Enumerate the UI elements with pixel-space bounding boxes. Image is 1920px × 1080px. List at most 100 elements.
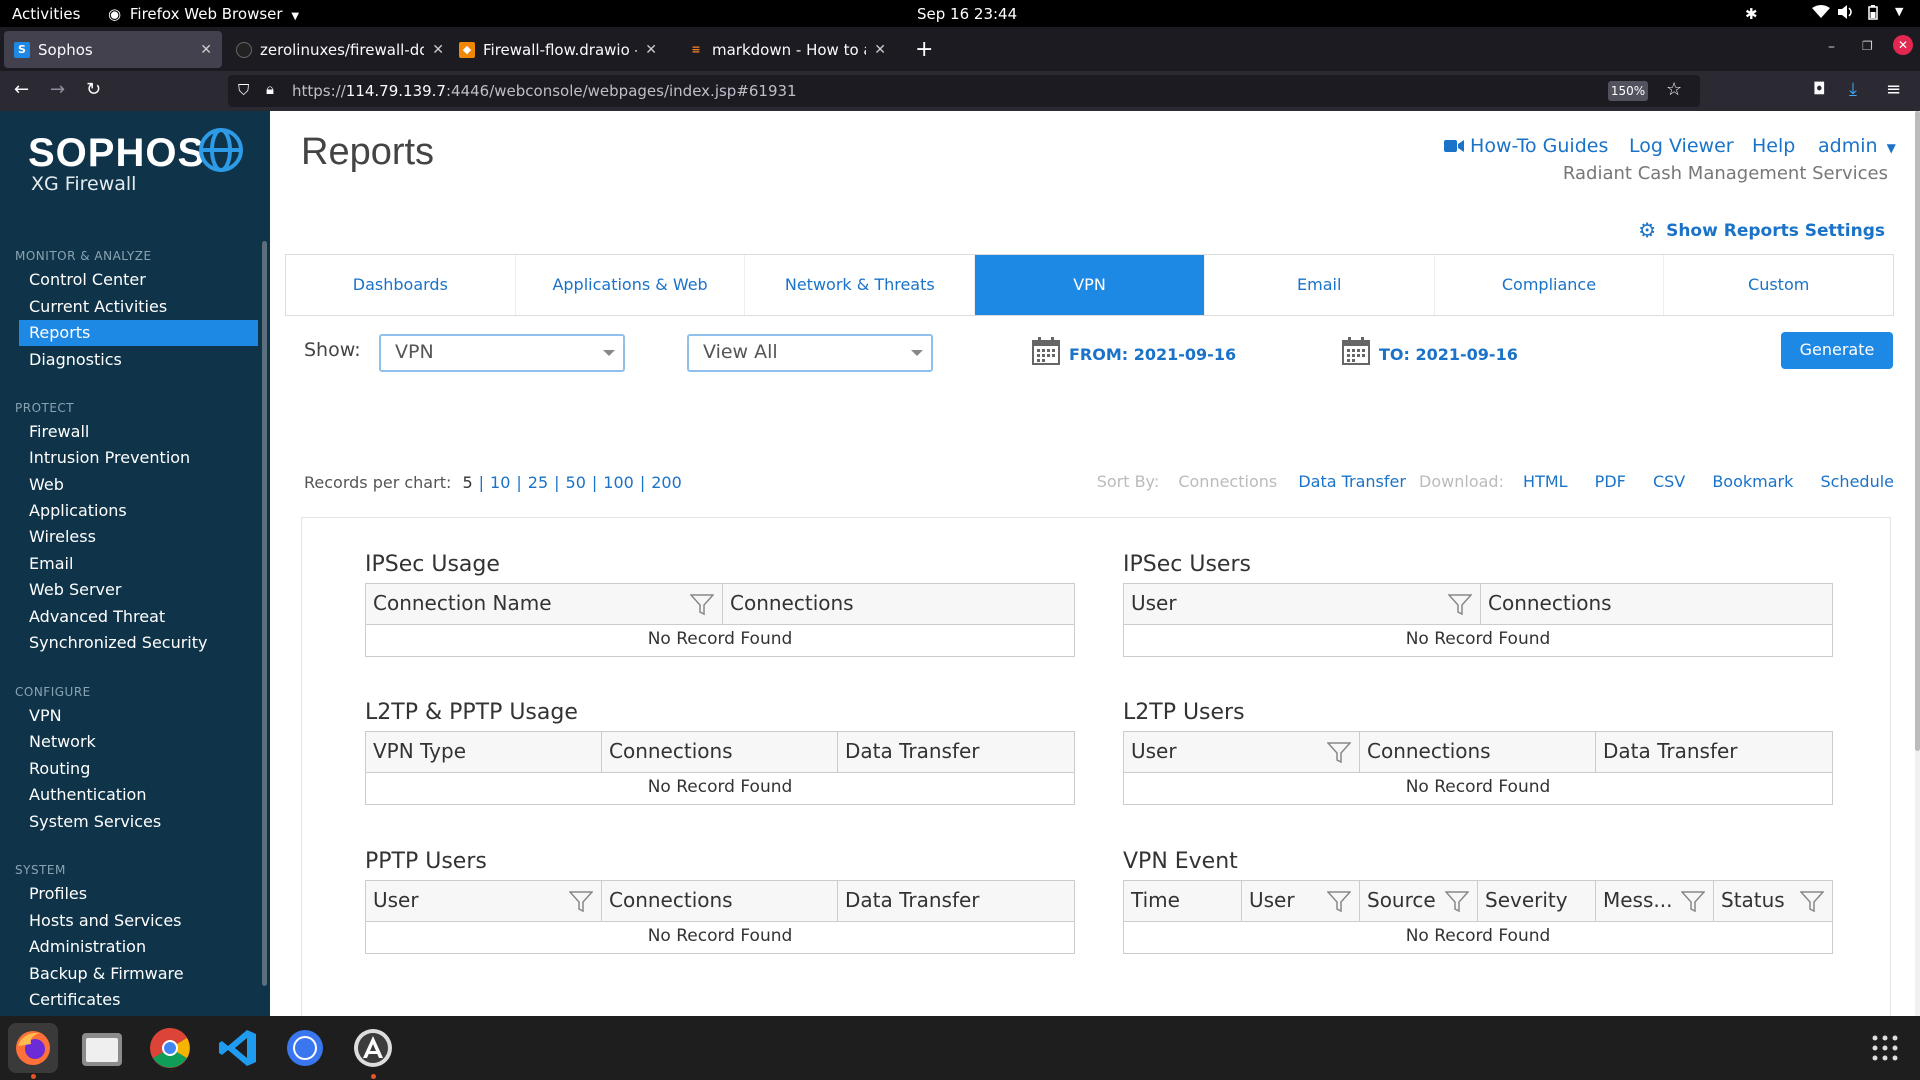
column-header[interactable]: Connections (723, 584, 1074, 624)
download-csv-link[interactable]: CSV (1653, 472, 1685, 491)
download-pdf-link[interactable]: PDF (1595, 472, 1626, 491)
signal-dock-icon[interactable] (280, 1023, 330, 1073)
sidebar-item-control-center[interactable]: Control Center (29, 270, 146, 289)
tab-applications-web[interactable]: Applications & Web (516, 255, 746, 315)
download-html-link[interactable]: HTML (1523, 472, 1568, 491)
sidebar-item-wireless[interactable]: Wireless (29, 527, 96, 546)
sidebar-item-vpn[interactable]: VPN (29, 706, 62, 725)
filter-icon[interactable] (1326, 891, 1352, 918)
close-tab-icon[interactable]: ✕ (200, 42, 212, 58)
browser-tab-github[interactable]: zerolinuxes/firewall-docs ✕ (226, 31, 454, 68)
column-header[interactable]: VPN Type (366, 732, 602, 772)
sort-data-transfer-link[interactable]: Data Transfer (1298, 472, 1406, 491)
show-reports-settings-link[interactable]: ⚙ Show Reports Settings (1638, 218, 1885, 242)
close-tab-icon[interactable]: ✕ (874, 42, 886, 58)
records-option-5[interactable]: 5 (462, 473, 472, 492)
column-header[interactable]: Connections (1481, 584, 1832, 624)
filter-icon[interactable] (1447, 594, 1473, 621)
to-date[interactable]: TO: 2021-09-16 (1379, 345, 1518, 364)
how-to-guides-link[interactable]: How-To Guides (1444, 135, 1608, 157)
sidebar-item-hosts-and-services[interactable]: Hosts and Services (29, 911, 182, 930)
help-link[interactable]: Help (1752, 135, 1795, 157)
column-header[interactable]: Data Transfer (1596, 732, 1832, 772)
tab-network-threats[interactable]: Network & Threats (745, 255, 976, 315)
url-text[interactable]: https://114.79.139.7:4446/webconsole/web… (292, 82, 797, 100)
pocket-icon[interactable]: ◘ (1813, 79, 1826, 98)
tab-email[interactable]: Email (1205, 255, 1435, 315)
column-header[interactable]: Mess... (1596, 881, 1714, 921)
column-header[interactable]: User (366, 881, 602, 921)
generate-button[interactable]: Generate (1781, 332, 1893, 369)
sidebar-item-intrusion-prevention[interactable]: Intrusion Prevention (29, 448, 190, 467)
column-header[interactable]: Connections (602, 732, 838, 772)
url-bar[interactable]: ⛉ 🔒︎ https://114.79.139.7:4446/webconsol… (228, 75, 1700, 107)
sidebar-item-current-activities[interactable]: Current Activities (29, 297, 167, 316)
column-header[interactable]: Connections (602, 881, 838, 921)
records-option-10[interactable]: 10 (490, 473, 510, 492)
admin-menu[interactable]: admin ▼ (1818, 135, 1896, 157)
zoom-level[interactable]: 150% (1608, 81, 1648, 101)
sidebar-item-web[interactable]: Web (29, 475, 64, 494)
app-menu[interactable]: ◉ Firefox Web Browser ▼ (108, 5, 299, 23)
download-icon[interactable]: ⤓ (1849, 79, 1857, 100)
browser-tab-drawio[interactable]: ◆ Firewall-flow.drawio - dia ✕ (449, 31, 667, 68)
close-window-icon[interactable]: ✕ (1893, 35, 1913, 55)
view-select[interactable]: View All (687, 334, 933, 372)
close-tab-icon[interactable]: ✕ (645, 42, 657, 58)
filter-icon[interactable] (1680, 891, 1706, 918)
column-header[interactable]: Severity (1478, 881, 1596, 921)
forward-icon[interactable]: → (50, 79, 65, 100)
menu-icon[interactable]: ≡ (1886, 79, 1901, 100)
records-option-25[interactable]: 25 (528, 473, 548, 492)
chrome-dock-icon[interactable] (145, 1023, 195, 1073)
restore-icon[interactable]: ❐ (1862, 39, 1873, 53)
records-option-200[interactable]: 200 (651, 473, 682, 492)
column-header[interactable]: Source (1360, 881, 1478, 921)
files-dock-icon[interactable] (77, 1023, 127, 1073)
back-icon[interactable]: ← (14, 79, 29, 100)
schedule-link[interactable]: Schedule (1820, 472, 1894, 491)
page-scrollbar-track[interactable] (1915, 111, 1920, 1016)
sidebar-item-authentication[interactable]: Authentication (29, 785, 146, 804)
clock[interactable]: Sep 16 23:44 (917, 5, 1017, 23)
wifi-icon[interactable] (1812, 5, 1830, 23)
sidebar-item-backup-firmware[interactable]: Backup & Firmware (29, 964, 184, 983)
sidebar-item-administration[interactable]: Administration (29, 937, 146, 956)
column-header[interactable]: User (1242, 881, 1360, 921)
new-tab-button[interactable]: + (905, 31, 935, 68)
filter-icon[interactable] (1326, 742, 1352, 769)
browser-tab-sophos[interactable]: S Sophos ✕ (4, 31, 222, 68)
sort-connections-link[interactable]: Connections (1178, 472, 1277, 491)
bookmark-link[interactable]: Bookmark (1712, 472, 1793, 491)
accessibility-icon[interactable]: ✱ (1745, 5, 1758, 23)
sidebar-item-advanced-threat[interactable]: Advanced Threat (29, 607, 165, 626)
records-option-100[interactable]: 100 (603, 473, 634, 492)
show-apps-grid-icon[interactable] (1860, 1023, 1910, 1073)
sidebar-item-web-server[interactable]: Web Server (29, 580, 121, 599)
column-header[interactable]: User (1124, 732, 1360, 772)
activities-button[interactable]: Activities (12, 5, 80, 23)
close-tab-icon[interactable]: ✕ (432, 42, 444, 58)
filter-icon[interactable] (689, 594, 715, 621)
sidebar-scrollbar[interactable] (262, 241, 267, 986)
tab-dashboards[interactable]: Dashboards (286, 255, 516, 315)
column-header[interactable]: Connections (1360, 732, 1596, 772)
minimize-icon[interactable]: – (1828, 39, 1835, 55)
calendar-icon[interactable] (1032, 337, 1060, 369)
sidebar-item-diagnostics[interactable]: Diagnostics (29, 350, 122, 369)
column-header[interactable]: Connection Name (366, 584, 723, 624)
sidebar-item-email[interactable]: Email (29, 554, 73, 573)
sidebar-item-network[interactable]: Network (29, 732, 96, 751)
column-header[interactable]: User (1124, 584, 1481, 624)
sidebar-item-applications[interactable]: Applications (29, 501, 127, 520)
battery-icon[interactable] (1868, 5, 1878, 24)
sidebar-item-routing[interactable]: Routing (29, 759, 90, 778)
filter-icon[interactable] (1799, 891, 1825, 918)
column-header[interactable]: Status (1714, 881, 1832, 921)
tab-compliance[interactable]: Compliance (1435, 255, 1665, 315)
sidebar-item-synchronized-security[interactable]: Synchronized Security (29, 633, 208, 652)
volume-icon[interactable] (1838, 5, 1854, 23)
log-viewer-link[interactable]: Log Viewer (1629, 135, 1734, 157)
sidebar-item-reports[interactable]: Reports (19, 320, 258, 346)
browser-tab-stackoverflow[interactable]: ≡ markdown - How to add i ✕ (678, 31, 896, 68)
